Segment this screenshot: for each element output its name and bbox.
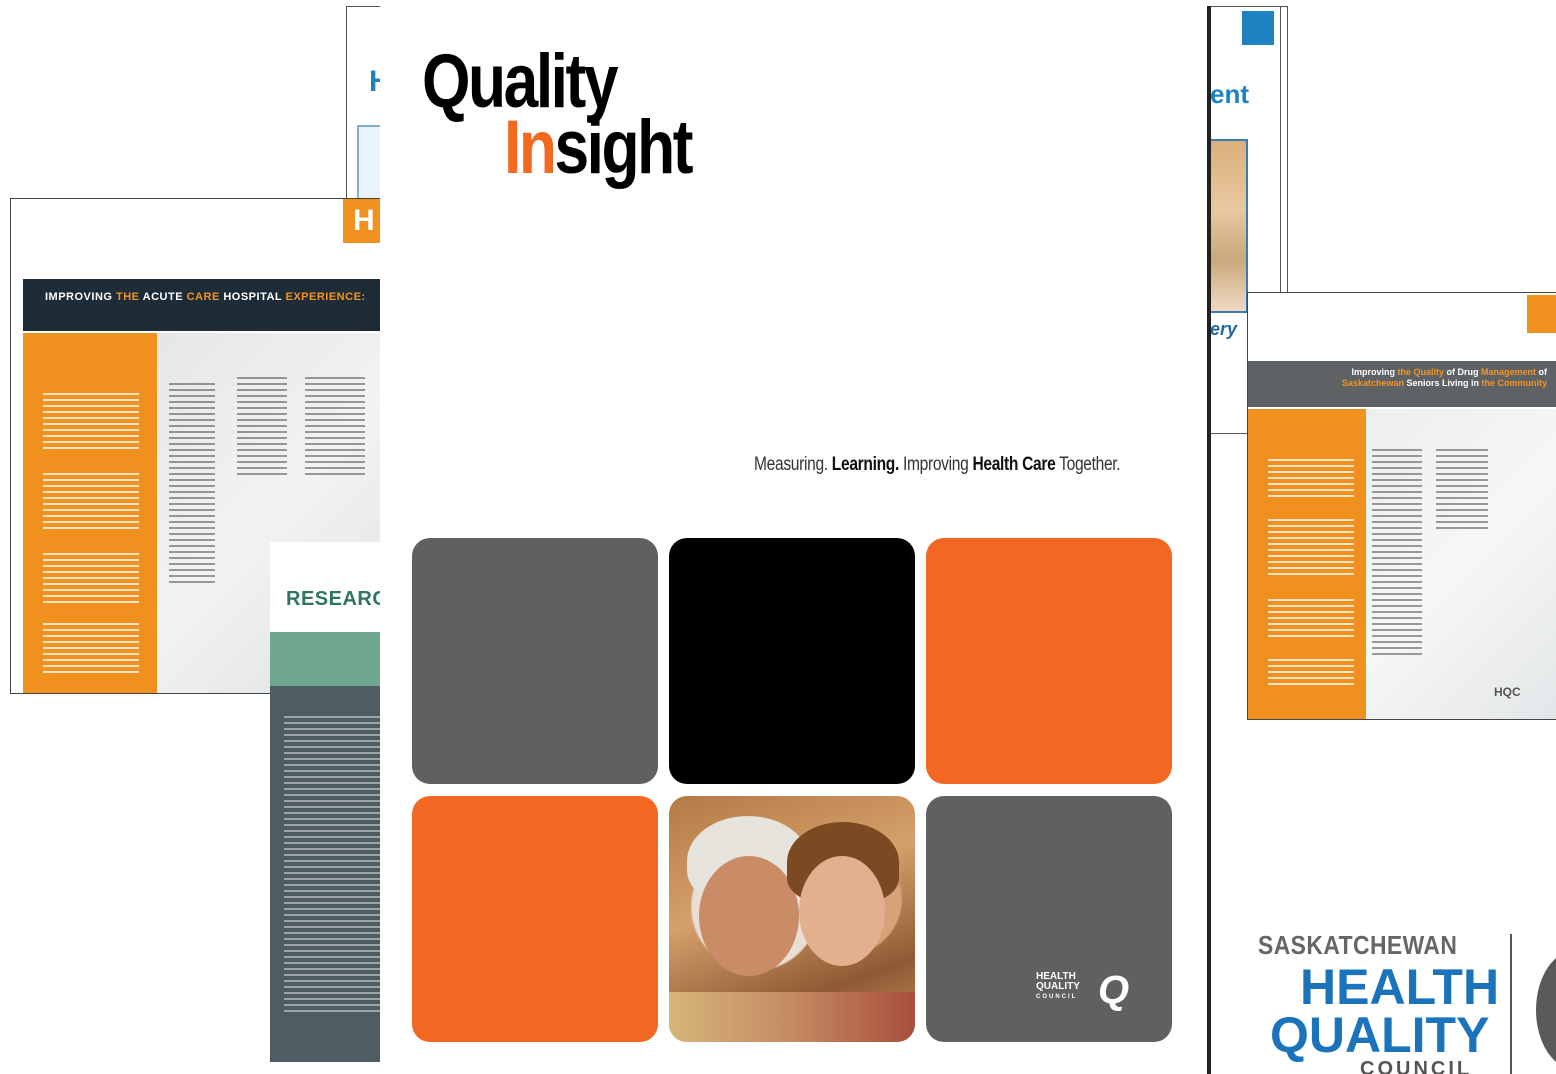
brochure-green-band xyxy=(270,632,382,686)
cover-edge xyxy=(1207,6,1211,1074)
brochure-dark-body xyxy=(270,686,382,1062)
brochure-drug-management: Improving the Quality of Drug Management… xyxy=(1247,292,1556,720)
shqc-logo-council: COUNCIL xyxy=(1360,1058,1473,1074)
cover-tile-grey-logo: HEALTH QUALITY COUNCIL Q xyxy=(926,796,1172,1042)
cover-tile-grey xyxy=(412,538,658,784)
cover-tile-black xyxy=(669,538,915,784)
brochure-title: Improving the Quality of Drug Management… xyxy=(1341,367,1547,388)
brochure-title: IMPROVING THE ACUTE CARE HOSPITAL EXPERI… xyxy=(45,291,366,303)
photo-elder-face xyxy=(699,856,799,976)
cover-tagline: Measuring. Learning. Improving Health Ca… xyxy=(754,454,1121,475)
brochure-corner-tab: H xyxy=(343,199,381,243)
brochure-orange-column xyxy=(23,333,157,693)
photo-young-face xyxy=(799,856,885,966)
brochure-banner xyxy=(23,279,381,331)
shqc-logo-health: HEALTH xyxy=(1300,959,1500,1015)
cover-tile-orange xyxy=(412,796,658,1042)
cover-tile-orange xyxy=(926,538,1172,784)
brochure-orange-column xyxy=(1248,409,1366,719)
brochure-subtitle-fragment: ery xyxy=(1210,319,1238,339)
cover-mini-logo-q-icon: Q xyxy=(1098,968,1130,1012)
brochure-research: RESEARCH xyxy=(270,542,382,1062)
brochure-title: RESEARCH xyxy=(286,588,382,610)
brochure-corner-tag xyxy=(1242,11,1274,45)
shqc-logo-quality: QUALITY xyxy=(1270,1007,1490,1063)
cover-logo-insight: Insight xyxy=(504,105,693,190)
brochure-corner-tag xyxy=(1527,295,1556,333)
brochure-title-fragment: ent xyxy=(1210,79,1249,109)
brochure-text-area xyxy=(1366,409,1556,719)
cover-mini-logo-text: HEALTH QUALITY COUNCIL xyxy=(1036,971,1080,1001)
shqc-logo-mark-icon xyxy=(1536,950,1556,1070)
photo-clothing xyxy=(669,992,915,1042)
shqc-logo-divider xyxy=(1510,934,1512,1074)
cover-photo-tile xyxy=(669,796,915,1042)
shqc-logo-saskatchewan: SASKATCHEWAN xyxy=(1258,930,1458,960)
brochure-photo xyxy=(1210,139,1248,313)
brochure-mini-logo: HQC xyxy=(1494,685,1521,699)
